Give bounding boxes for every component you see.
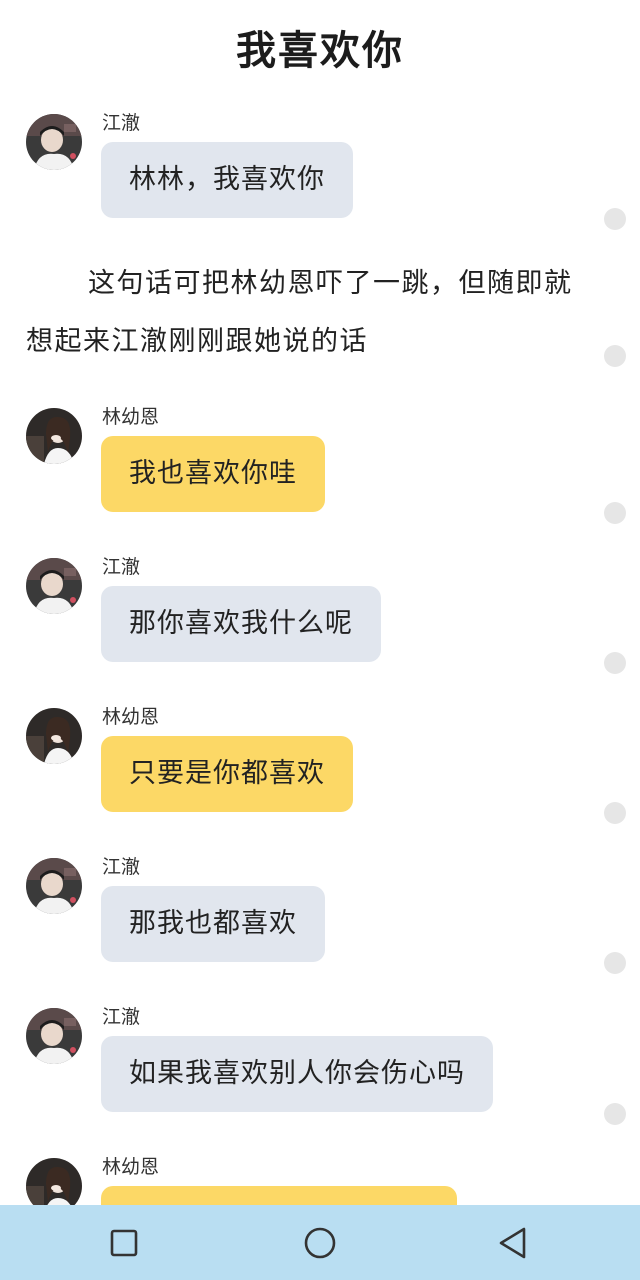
narration-text: 这句话可把林幼恩吓了一跳，但随即就想起来江澈刚刚跟她说的话 <box>26 268 573 357</box>
sender-name: 江澈 <box>102 556 141 578</box>
message-bubble[interactable]: 如果我喜欢别人你会伤心吗 <box>101 1036 493 1112</box>
page-title: 我喜欢你 <box>236 27 404 74</box>
sender-name: 林幼恩 <box>102 706 160 728</box>
system-navigation-bar <box>0 1205 640 1280</box>
sender-name: 江澈 <box>102 112 141 134</box>
square-recents-icon[interactable] <box>100 1219 148 1267</box>
scroll-indicator-dot <box>604 345 626 367</box>
message-bubble[interactable]: 林林，我喜欢你 <box>101 142 353 218</box>
scroll-indicator-dot <box>604 1103 626 1125</box>
scroll-indicator-dot <box>604 652 626 674</box>
scroll-indicator-dot <box>604 208 626 230</box>
male-avatar[interactable] <box>26 858 82 914</box>
message-bubble[interactable]: 那我也都喜欢 <box>101 886 325 962</box>
male-avatar[interactable] <box>26 1008 82 1064</box>
triangle-back-icon[interactable] <box>490 1219 538 1267</box>
scroll-indicator-dot <box>604 502 626 524</box>
scroll-indicator-dot <box>604 952 626 974</box>
circle-home-icon[interactable] <box>296 1219 344 1267</box>
sender-name: 林幼恩 <box>102 1156 160 1178</box>
message-bubble[interactable]: 那你喜欢我什么呢 <box>101 586 381 662</box>
female-avatar[interactable] <box>26 408 82 464</box>
female-avatar[interactable] <box>26 708 82 764</box>
message-bubble[interactable]: 只要是你都喜欢 <box>101 736 353 812</box>
sender-name: 江澈 <box>102 856 141 878</box>
sender-name: 林幼恩 <box>102 406 160 428</box>
male-avatar[interactable] <box>26 114 82 170</box>
chat-story-page: 我喜欢你 江澈 林林，我喜欢你 这句话可把林幼恩吓了一跳，但随即就想起来江澈刚刚… <box>0 0 640 1280</box>
scroll-indicator-dot <box>604 802 626 824</box>
message-bubble[interactable]: 我也喜欢你哇 <box>101 436 325 512</box>
male-avatar[interactable] <box>26 558 82 614</box>
sender-name: 江澈 <box>102 1006 141 1028</box>
